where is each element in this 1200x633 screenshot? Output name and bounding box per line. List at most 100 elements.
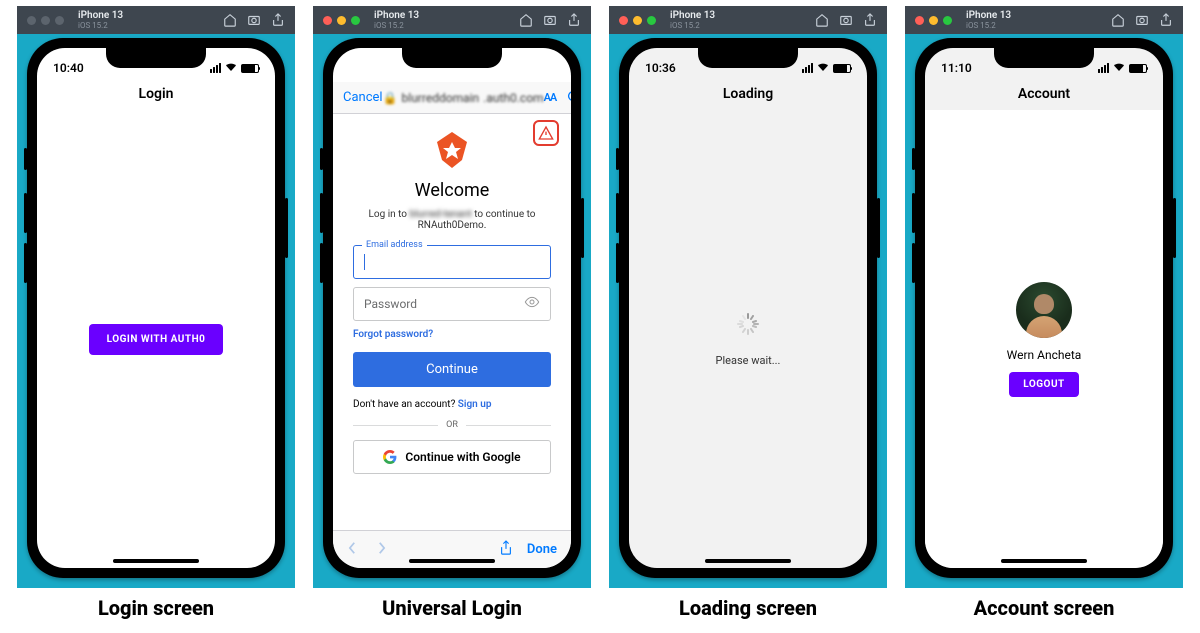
nav-title: Account <box>925 82 1163 110</box>
safari-bar: Cancel 🔒 blurreddomain.auth0.com AA <box>333 82 571 114</box>
device-name: iPhone 13 <box>670 11 715 21</box>
email-field[interactable]: Email address <box>353 245 551 279</box>
simulator-window-loading: iPhone 13 iOS 15.2 10:36 Loading <box>609 6 887 588</box>
text-size-icon[interactable]: AA <box>544 91 557 104</box>
password-placeholder: Password <box>364 297 417 311</box>
screenshot-icon[interactable] <box>543 13 557 27</box>
nav-title: Login <box>37 82 275 110</box>
home-indicator[interactable] <box>1001 559 1087 563</box>
phone-frame: 10:36 Loading Please wait... <box>619 38 877 578</box>
forgot-password-link[interactable]: Forgot password? <box>353 329 551 340</box>
zoom-dot[interactable] <box>351 16 360 25</box>
screenshot-icon[interactable] <box>247 13 261 27</box>
close-dot[interactable] <box>27 16 36 25</box>
ios-version: iOS 15.2 <box>78 22 123 30</box>
traffic-lights[interactable] <box>323 16 360 25</box>
logout-button[interactable]: LOGOUT <box>1009 372 1079 397</box>
show-password-icon[interactable] <box>524 294 540 314</box>
home-icon[interactable] <box>815 13 829 27</box>
share-icon[interactable] <box>567 13 581 27</box>
battery-icon <box>833 64 851 73</box>
home-indicator[interactable] <box>113 559 199 563</box>
status-time: 10:40 <box>53 61 84 75</box>
signal-icon <box>210 63 221 73</box>
avatar <box>1016 282 1072 338</box>
done-link[interactable]: Done <box>527 542 557 557</box>
zoom-dot[interactable] <box>943 16 952 25</box>
traffic-lights[interactable] <box>619 16 656 25</box>
minimize-dot[interactable] <box>337 16 346 25</box>
share-icon[interactable] <box>271 13 285 27</box>
address[interactable]: 🔒 blurreddomain.auth0.com <box>383 91 544 105</box>
close-dot[interactable] <box>915 16 924 25</box>
reload-icon[interactable] <box>566 89 571 106</box>
wifi-icon <box>1113 61 1125 75</box>
back-icon[interactable] <box>347 540 358 559</box>
welcome-title: Welcome <box>353 180 551 201</box>
continue-button[interactable]: Continue <box>353 352 551 387</box>
email-label: Email address <box>362 240 427 250</box>
simulator-window-universal: iPhone 13 iOS 15.2 Cancel 🔒 blurreddomai… <box>313 6 591 588</box>
screenshot-icon[interactable] <box>839 13 853 27</box>
share-icon[interactable] <box>1159 13 1173 27</box>
phone-frame: 10:40 Login LOGIN WITH AUTH0 <box>27 38 285 578</box>
simulator-toolbar: iPhone 13 iOS 15.2 <box>609 6 887 34</box>
battery-icon <box>1129 64 1147 73</box>
share-icon[interactable] <box>863 13 877 27</box>
continue-with-google-button[interactable]: Continue with Google <box>353 440 551 474</box>
auth-body: Welcome Log in to blurred-tenant to cont… <box>333 114 571 530</box>
simulator-toolbar: iPhone 13 iOS 15.2 <box>17 6 295 34</box>
simulator-toolbar: iPhone 13 iOS 15.2 <box>905 6 1183 34</box>
traffic-lights[interactable] <box>915 16 952 25</box>
status-time: 11:10 <box>941 61 972 75</box>
minimize-dot[interactable] <box>929 16 938 25</box>
simulator-window-account: iPhone 13 iOS 15.2 11:10 Account <box>905 6 1183 588</box>
home-icon[interactable] <box>1111 13 1125 27</box>
caption: Loading screen <box>679 596 817 620</box>
login-with-auth0-button[interactable]: LOGIN WITH AUTH0 <box>89 324 224 355</box>
zoom-dot[interactable] <box>55 16 64 25</box>
home-icon[interactable] <box>223 13 237 27</box>
phone-frame: 11:10 Account Wern Ancheta LOGOUT <box>915 38 1173 578</box>
close-dot[interactable] <box>619 16 628 25</box>
zoom-dot[interactable] <box>647 16 656 25</box>
close-dot[interactable] <box>323 16 332 25</box>
simulator-window-login: iPhone 13 iOS 15.2 10:40 Login L <box>17 6 295 588</box>
subtext: Log in to blurred-tenant to continue to … <box>353 209 551 231</box>
auth0-logo-icon <box>434 130 470 170</box>
please-wait-text: Please wait... <box>716 354 781 367</box>
home-indicator[interactable] <box>705 559 791 563</box>
forward-icon[interactable] <box>376 540 387 559</box>
caption: Account screen <box>974 596 1115 620</box>
signal-icon <box>802 63 813 73</box>
password-field[interactable]: Password <box>353 287 551 321</box>
caption: Universal Login <box>382 596 522 620</box>
google-icon <box>383 450 397 464</box>
ios-version: iOS 15.2 <box>670 22 715 30</box>
ios-version: iOS 15.2 <box>374 22 419 30</box>
spinner-icon <box>736 312 760 340</box>
home-icon[interactable] <box>519 13 533 27</box>
traffic-lights[interactable] <box>27 16 64 25</box>
signup-line: Don't have an account? Sign up <box>353 399 551 410</box>
lock-icon: 🔒 <box>383 91 398 105</box>
status-time: 10:36 <box>645 61 676 75</box>
home-indicator[interactable] <box>409 559 495 563</box>
minimize-dot[interactable] <box>41 16 50 25</box>
phone-frame: Cancel 🔒 blurreddomain.auth0.com AA Welc… <box>323 38 581 578</box>
screenshot-icon[interactable] <box>1135 13 1149 27</box>
nav-title: Loading <box>629 82 867 110</box>
username: Wern Ancheta <box>1007 348 1082 362</box>
signup-link[interactable]: Sign up <box>458 399 492 410</box>
alert-icon[interactable] <box>533 120 559 146</box>
minimize-dot[interactable] <box>633 16 642 25</box>
simulator-toolbar: iPhone 13 iOS 15.2 <box>313 6 591 34</box>
device-name: iPhone 13 <box>374 11 419 21</box>
ios-version: iOS 15.2 <box>966 22 1011 30</box>
device-name: iPhone 13 <box>78 11 123 21</box>
battery-icon <box>241 64 259 73</box>
share-icon[interactable] <box>499 540 513 560</box>
wifi-icon <box>817 61 829 75</box>
cancel-link[interactable]: Cancel <box>343 90 383 105</box>
caption: Login screen <box>98 596 214 620</box>
